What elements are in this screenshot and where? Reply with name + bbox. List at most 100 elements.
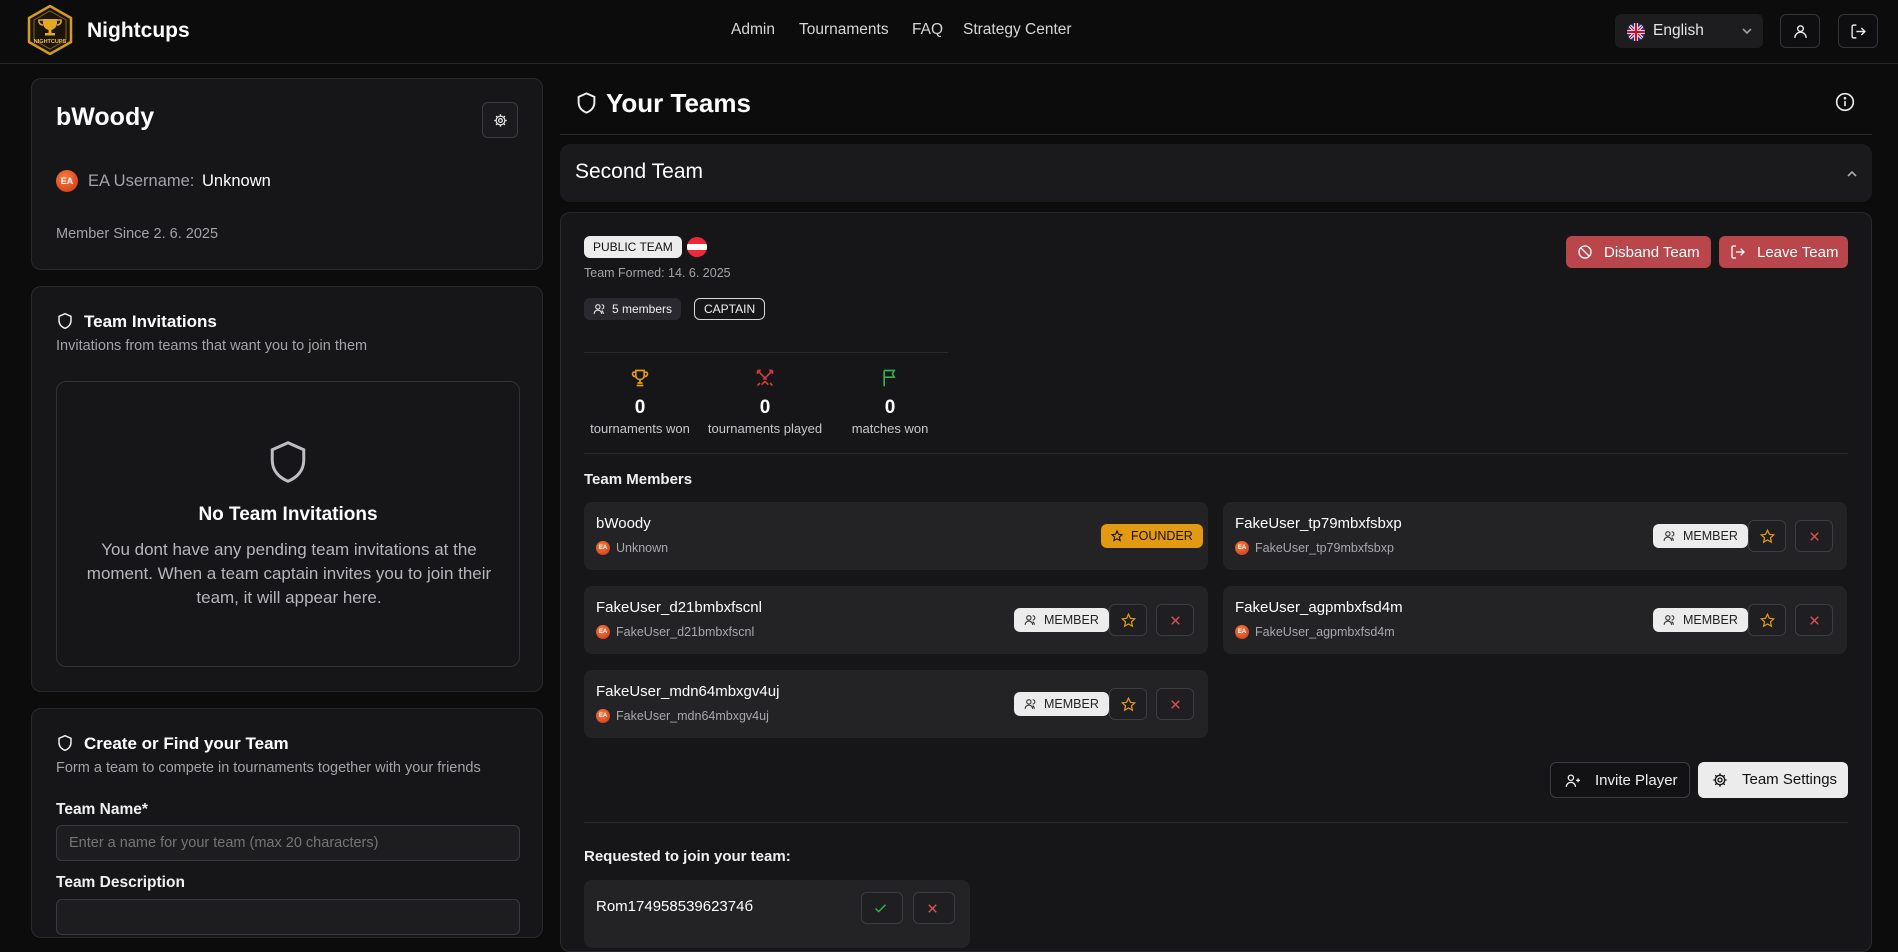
leave-team-label: Leave Team (1757, 244, 1839, 261)
stat-tournaments-played-value: 0 (759, 397, 771, 418)
member-name: FakeUser_mdn64mbxgv4uj (596, 683, 780, 700)
logo-text: NIGHTCUPS (34, 39, 67, 45)
stat-tournaments-won-label: tournaments won (590, 421, 690, 436)
team-name-label: Team Name* (56, 801, 148, 818)
remove-member-button[interactable] (1156, 688, 1194, 720)
users-icon (593, 303, 606, 315)
disband-team-label: Disband Team (1604, 244, 1700, 261)
create-team-title: Create or Find your Team (84, 734, 289, 753)
shield-icon (57, 734, 73, 752)
make-captain-button[interactable] (1109, 604, 1147, 636)
nav-admin[interactable]: Admin (731, 21, 775, 39)
invite-player-button[interactable]: Invite Player (1550, 762, 1690, 798)
accept-request-button[interactable] (861, 892, 903, 924)
member-badge: MEMBER (1014, 608, 1109, 632)
leave-team-button[interactable]: Leave Team (1719, 236, 1848, 268)
member-count-badge: 5 members (584, 298, 682, 320)
requester-name: Rom17495853962374б (596, 898, 754, 915)
disband-team-button[interactable]: Disband Team (1566, 236, 1711, 268)
top-navbar: NIGHTCUPS Nightcups Admin Tournaments FA… (0, 0, 1898, 64)
make-captain-button[interactable] (1748, 520, 1786, 552)
member-card: FakeUser_mdn64mbxgv4uj EA FakeUser_mdn64m… (584, 670, 1208, 738)
ea-username-label: EA Username: (88, 172, 195, 190)
team-description-label: Team Description (56, 874, 185, 891)
team-settings-button[interactable]: Team Settings (1698, 762, 1848, 798)
language-select[interactable]: English (1615, 14, 1763, 48)
member-badge: MEMBER (1014, 692, 1109, 716)
language-label: English (1653, 22, 1704, 39)
ea-logo-icon: EA (596, 625, 610, 639)
team-name: Second Team (575, 160, 704, 183)
star-icon (1760, 529, 1775, 544)
member-card: FakeUser_d21bmbxfscnl EA FakeUser_d21bmbx… (584, 586, 1208, 654)
check-icon (874, 904, 887, 913)
team-accordion-header[interactable]: Second Team (560, 144, 1872, 202)
join-requests-title: Requested to join your team: (584, 848, 791, 865)
member-name: FakeUser_agpmbxfsd4m (1235, 599, 1403, 616)
team-members-title: Team Members (584, 471, 693, 488)
user-plus-icon (1565, 774, 1581, 787)
star-icon (1121, 613, 1136, 628)
divider (584, 453, 1848, 454)
member-card: bWoody EA Unknown FOUNDER (584, 502, 1208, 570)
logout-button[interactable] (1838, 14, 1878, 48)
captain-badge: CAPTAIN (694, 298, 766, 320)
nav-strategy-center[interactable]: Strategy Center (963, 21, 1072, 39)
profile-card: bWoody EA EA Username: Unknown Member Si… (31, 78, 543, 270)
shield-icon (267, 438, 309, 486)
member-ea-text: FakeUser_d21bmbxfscnl (616, 625, 755, 639)
profile-button[interactable] (1780, 14, 1820, 48)
nightcups-logo[interactable]: NIGHTCUPS (26, 5, 74, 55)
ea-logo-icon: EA (596, 709, 610, 723)
member-badge: MEMBER (1653, 524, 1748, 548)
brand-name[interactable]: Nightcups (87, 19, 190, 43)
star-icon (1111, 530, 1123, 542)
member-name: bWoody (596, 515, 651, 532)
member-count-text: 5 members (612, 302, 673, 316)
member-role-label: FOUNDER (1131, 529, 1193, 543)
remove-member-button[interactable] (1795, 604, 1833, 636)
create-team-card: Create or Find your Team Form a team to … (31, 708, 543, 938)
public-team-badge: PUBLIC TEAM (584, 236, 682, 258)
empty-state-title: No Team Invitations (198, 504, 378, 525)
remove-member-button[interactable] (1156, 604, 1194, 636)
flag-icon (880, 368, 900, 388)
info-icon[interactable] (1835, 92, 1855, 112)
ea-logo-icon: EA (56, 170, 78, 192)
close-icon (1171, 616, 1180, 625)
logout-icon (1731, 245, 1745, 259)
member-badge: MEMBER (1653, 608, 1748, 632)
close-icon (1810, 616, 1819, 625)
profile-settings-button[interactable] (482, 102, 518, 138)
team-settings-label: Team Settings (1742, 771, 1838, 788)
founder-badge: FOUNDER (1101, 524, 1203, 548)
close-icon (1810, 532, 1819, 541)
nav-faq[interactable]: FAQ (912, 21, 943, 39)
divider (584, 352, 948, 353)
member-role-label: MEMBER (1044, 613, 1099, 627)
gear-icon (1713, 773, 1727, 787)
shield-icon (57, 312, 73, 330)
users-icon (1663, 615, 1675, 625)
ea-logo-icon: EA (1235, 541, 1249, 555)
your-teams-title: Your Teams (606, 88, 751, 118)
stat-matches-won-value: 0 (884, 397, 896, 418)
nav-tournaments[interactable]: Tournaments (799, 21, 889, 39)
remove-member-button[interactable] (1795, 520, 1833, 552)
austria-flag-icon (687, 237, 707, 257)
member-ea-text: FakeUser_tp79mbxfsbxp (1255, 541, 1394, 555)
users-icon (1024, 699, 1036, 709)
decline-request-button[interactable] (913, 892, 955, 924)
member-ea-text: FakeUser_agpmbxfsd4m (1255, 625, 1395, 639)
ea-username-value: Unknown (202, 172, 271, 190)
member-card: FakeUser_tp79mbxfsbxp EA FakeUser_tp79mbx… (1223, 502, 1847, 570)
chevron-down-icon (1741, 25, 1753, 37)
team-description-input[interactable] (56, 899, 520, 935)
star-icon (1760, 613, 1775, 628)
stat-tournaments-won-value: 0 (634, 397, 646, 418)
make-captain-button[interactable] (1109, 688, 1147, 720)
team-name-input[interactable] (56, 825, 520, 861)
divider (584, 822, 1848, 823)
make-captain-button[interactable] (1748, 604, 1786, 636)
uk-flag-icon (1627, 23, 1645, 41)
